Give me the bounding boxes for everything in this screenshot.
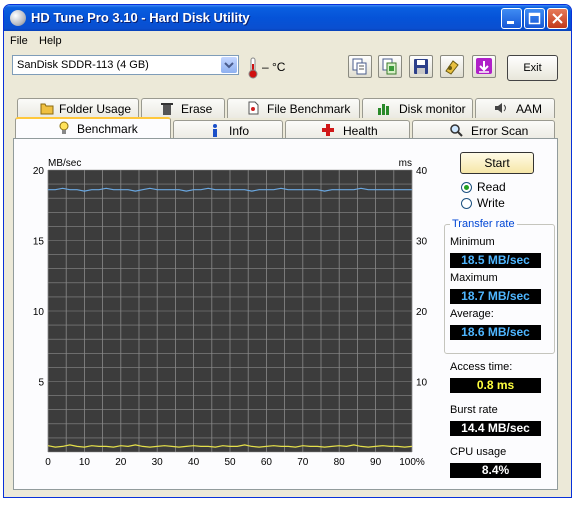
tab-label: Erase [181, 102, 213, 116]
app-icon [10, 10, 26, 26]
tab-folder-usage[interactable]: Folder Usage [17, 98, 139, 118]
drive-select[interactable]: SanDisk SDDR-113 (4 GB) [12, 55, 239, 75]
y-tick-label-left: 15 [33, 237, 45, 248]
burst-rate-label: Burst rate [450, 404, 498, 416]
chart-grid [47, 169, 413, 453]
options-button[interactable] [440, 55, 464, 78]
start-button[interactable]: Start [460, 152, 534, 174]
tab-benchmark[interactable]: Benchmark [15, 117, 171, 140]
x-tick-label: 20 [115, 457, 127, 468]
y-axis-label-right: ms [399, 158, 412, 169]
read-radio-label[interactable]: Read [477, 180, 506, 194]
x-tick-label: 40 [188, 457, 200, 468]
tab-health[interactable]: Health [285, 120, 410, 140]
maximize-button[interactable] [524, 8, 545, 29]
close-button[interactable] [547, 8, 568, 29]
minimum-value: 18.5 MB/sec [450, 253, 541, 268]
copy-screenshot-button[interactable] [378, 55, 402, 78]
y-tick-label-right: 30 [416, 237, 428, 248]
menu-bar: File Help [4, 31, 571, 51]
tab-label: Disk monitor [399, 102, 466, 116]
y-axis-label-left: MB/sec [48, 158, 81, 169]
x-tick-label: 10 [79, 457, 91, 468]
tab-disk-monitor[interactable]: Disk monitor [362, 98, 473, 118]
x-tick-label: 30 [152, 457, 164, 468]
y-tick-label-right: 10 [416, 378, 428, 389]
tab-label: Health [343, 124, 378, 138]
info-icon [213, 124, 217, 137]
lightbulb-icon [59, 121, 69, 134]
download-button[interactable] [472, 55, 496, 78]
burst-rate-value: 14.4 MB/sec [450, 421, 541, 436]
x-tick-label: 0 [45, 457, 51, 468]
access-time-label: Access time: [450, 361, 513, 373]
x-tick-label: 50 [224, 457, 236, 468]
drive-select-value: SanDisk SDDR-113 (4 GB) [17, 59, 149, 71]
x-tick-label: 60 [261, 457, 273, 468]
tab-error-scan[interactable]: Error Scan [412, 120, 555, 140]
y-tick-label-left: 10 [33, 307, 45, 318]
copy-screenshot-icon [382, 58, 397, 75]
menu-help[interactable]: Help [39, 35, 62, 47]
bar-chart-icon [378, 104, 389, 115]
options-icon [445, 60, 459, 75]
magnifier-icon [450, 124, 463, 137]
save-icon [414, 59, 428, 74]
y-tick-label-left: 5 [38, 378, 44, 389]
tab-label: Folder Usage [59, 102, 132, 116]
write-radio[interactable] [461, 198, 472, 209]
minimum-label: Minimum [450, 236, 495, 248]
tab-info[interactable]: Info [173, 120, 283, 140]
tab-file-benchmark[interactable]: File Benchmark [227, 98, 360, 118]
x-tick-label: 90 [370, 457, 382, 468]
tab-label: Info [229, 124, 250, 138]
y-tick-label-right: 20 [416, 307, 428, 318]
file-icon [248, 101, 259, 115]
trash-icon [161, 103, 173, 115]
x-tick-label: 80 [334, 457, 346, 468]
average-label: Average: [450, 308, 494, 320]
copy-text-icon [352, 58, 367, 75]
cpu-usage-label: CPU usage [450, 446, 507, 458]
folder-icon [40, 103, 54, 115]
maximum-label: Maximum [450, 272, 498, 284]
read-radio[interactable] [461, 182, 472, 193]
menu-file[interactable]: File [10, 35, 28, 47]
thermometer-icon [248, 57, 258, 79]
health-cross-icon [322, 124, 334, 136]
save-button[interactable] [409, 55, 433, 78]
x-tick-label: 100% [399, 457, 425, 468]
maximum-value: 18.7 MB/sec [450, 289, 541, 304]
close-icon [552, 13, 563, 24]
tab-erase[interactable]: Erase [141, 98, 225, 118]
title-bar[interactable]: HD Tune Pro 3.10 - Hard Disk Utility [4, 5, 571, 31]
tab-label: File Benchmark [267, 102, 351, 116]
minimize-icon [507, 21, 514, 24]
benchmark-chart: 0 10 20 30 40 50 60 70 80 90 100% 20 15 10 5 40 30 20 10 MB… [33, 158, 428, 468]
exit-button[interactable]: Exit [507, 55, 558, 81]
y-tick-label-right: 40 [416, 166, 428, 177]
chevron-down-icon[interactable] [221, 57, 237, 73]
write-radio-label[interactable]: Write [477, 196, 505, 210]
speaker-icon [495, 103, 506, 113]
tab-label: AAM [516, 102, 543, 116]
cpu-usage-value: 8.4% [450, 463, 541, 478]
window-title: HD Tune Pro 3.10 - Hard Disk Utility [31, 10, 250, 25]
average-value: 18.6 MB/sec [450, 325, 541, 340]
maximize-icon [528, 12, 541, 25]
tab-label: Benchmark [77, 122, 138, 136]
temperature-value: – °C [262, 60, 286, 74]
access-time-value: 0.8 ms [450, 378, 541, 393]
tab-label: Error Scan [471, 124, 529, 138]
download-icon [476, 58, 492, 74]
x-tick-label: 70 [297, 457, 309, 468]
tab-aam[interactable]: AAM [475, 98, 555, 118]
copy-text-button[interactable] [348, 55, 372, 78]
minimize-button[interactable] [501, 8, 522, 29]
transfer-rate-title: Transfer rate [450, 218, 517, 230]
y-tick-label-left: 20 [33, 166, 45, 177]
